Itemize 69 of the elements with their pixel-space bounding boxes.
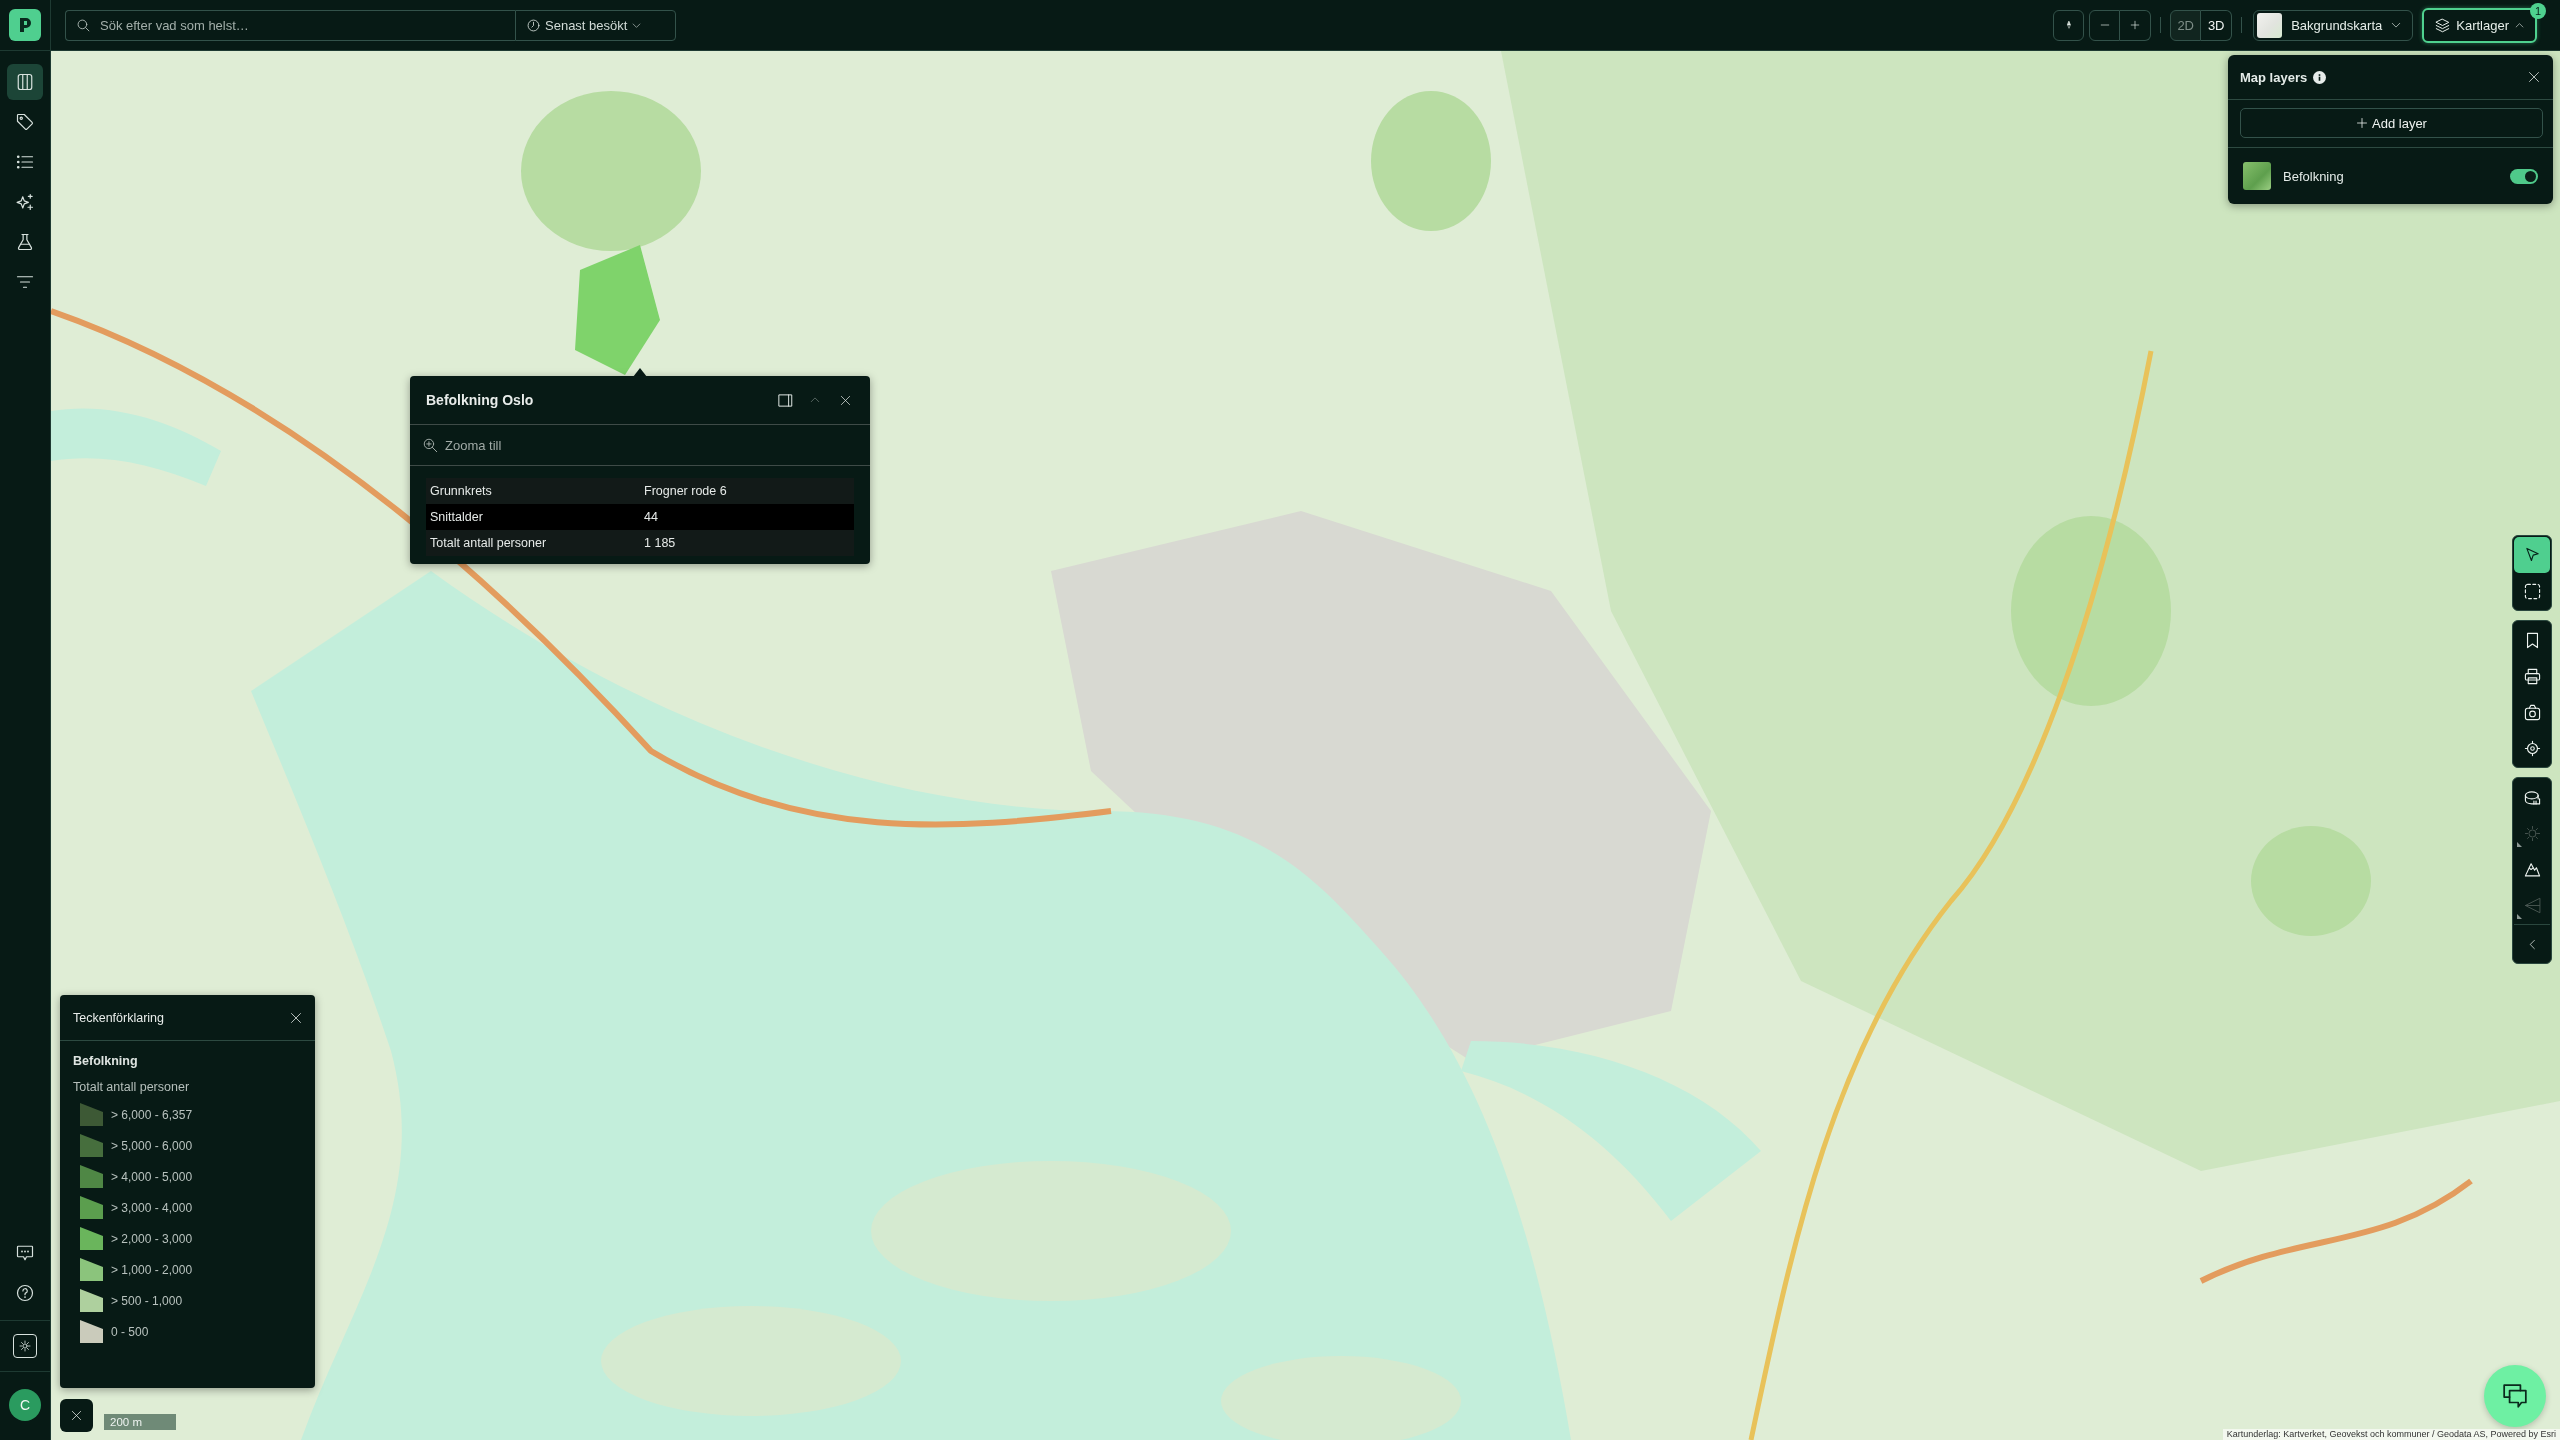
dock-icon (777, 392, 793, 408)
tag-icon (16, 113, 34, 131)
zoom-in-icon (423, 437, 438, 453)
count-badge: 1 (2530, 2, 2546, 19)
legend-title: Teckenförklaring (73, 1010, 164, 1025)
layers-button[interactable]: Kartlager (2422, 7, 2537, 43)
chat-icon (2502, 1383, 2528, 1409)
legend-layer-name: Befolkning (73, 1054, 139, 1068)
tool-button[interactable] (2514, 537, 2550, 573)
caret-down-icon (632, 20, 642, 30)
layers-icon (2435, 17, 2451, 33)
plus-icon (2130, 20, 2141, 30)
table-cell-text: Frogner rode 6 (643, 484, 727, 498)
gear-icon (19, 1340, 31, 1352)
search-icon (77, 18, 90, 32)
table-cell-text: 1 185 (643, 536, 676, 550)
sparkle-icon (16, 193, 34, 211)
chat-icon (16, 1244, 34, 1262)
table-cell-text: Grunnkrets (429, 484, 493, 498)
layers-label: Kartlager (2456, 17, 2509, 33)
clock-icon (527, 18, 540, 32)
close-icon (2528, 71, 2540, 83)
basemap-dropdown[interactable]: Bakgrundskarta (2253, 9, 2414, 41)
visibility-toggle[interactable] (2510, 168, 2538, 184)
view-mode-tab[interactable]: 3D (2201, 9, 2233, 41)
list-icon (16, 153, 34, 171)
panel-title: Map layers (2240, 69, 2308, 85)
zoom-to-button[interactable]: Zooma till (423, 437, 502, 453)
legend-label: > 2,000 - 3,000 (111, 1231, 193, 1246)
basemap-label: Bakgrundskarta (2291, 17, 2383, 33)
attribution-text: Kartunderlag: Kartverket, Geovekst och kommuner / Geodata AS, Powered by Esri (2222, 1429, 2560, 1440)
table-cell-text: 44 (643, 510, 658, 524)
popup-title: Befolkning Oslo (426, 392, 534, 408)
close-icon (839, 394, 851, 406)
map-thumbnail (2257, 12, 2283, 38)
view-mode-tab[interactable]: 2D (2170, 9, 2202, 41)
legend-label: > 4,000 - 5,000 (111, 1169, 193, 1184)
add-layer-button[interactable]: Add layer (2240, 108, 2543, 138)
legend-label: > 1,000 - 2,000 (111, 1262, 193, 1277)
extension-button[interactable] (13, 1334, 37, 1358)
caret-up-icon (810, 395, 820, 405)
sidebar-item[interactable] (7, 64, 43, 100)
flask-icon (16, 233, 34, 251)
caret-up-icon (2515, 20, 2524, 30)
legend-label: > 5,000 - 6,000 (111, 1138, 193, 1153)
help-icon (16, 1284, 34, 1302)
recent-dropdown[interactable]: Senast besökt (515, 9, 676, 41)
logo-icon[interactable] (9, 9, 41, 41)
legend-label: > 3,000 - 4,000 (111, 1200, 193, 1215)
legend-field-name: Totalt antall personer (73, 1080, 191, 1094)
compass-icon (2064, 18, 2073, 32)
legend-label: 0 - 500 (111, 1324, 149, 1339)
table-cell-text: Snittalder (429, 510, 484, 524)
legend-label: > 6,000 - 6,357 (111, 1107, 193, 1122)
table-cell-text: Totalt antall personer (429, 536, 548, 550)
layer-name: Befolkning (2283, 168, 2344, 184)
legend-label: > 500 - 1,000 (111, 1293, 183, 1308)
zoom-in-button[interactable] (2120, 9, 2152, 41)
close-icon (290, 1011, 302, 1024)
map-icon (16, 73, 34, 91)
close-icon (71, 1410, 82, 1421)
plus-icon (2356, 117, 2369, 129)
layer-thumbnail (2243, 162, 2271, 190)
filter-icon (16, 273, 34, 291)
close-button[interactable] (60, 1399, 93, 1432)
info-icon[interactable] (2313, 70, 2327, 84)
scale-bar: 200 m (104, 1414, 176, 1430)
search-field[interactable]: Sök efter vad som helst… (65, 9, 515, 41)
caret-down-icon (2391, 20, 2402, 30)
